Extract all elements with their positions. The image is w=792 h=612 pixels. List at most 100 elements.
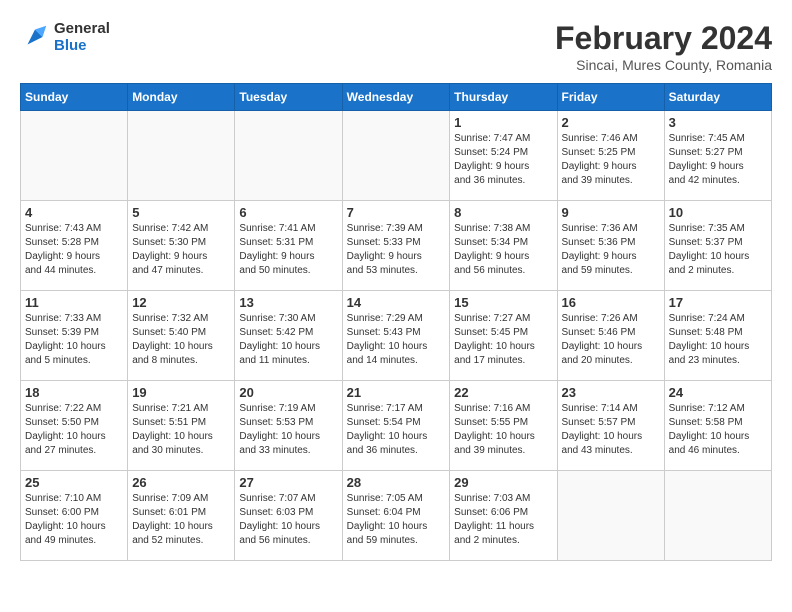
day-number: 7 xyxy=(347,205,446,220)
weekday-header-friday: Friday xyxy=(557,84,664,111)
day-info: Sunrise: 7:27 AM Sunset: 5:45 PM Dayligh… xyxy=(454,312,552,368)
calendar-day-cell: 20Sunrise: 7:19 AM Sunset: 5:53 PM Dayli… xyxy=(235,381,342,471)
calendar-day-cell xyxy=(342,111,450,201)
calendar-day-cell: 9Sunrise: 7:36 AM Sunset: 5:36 PM Daylig… xyxy=(557,201,664,291)
day-number: 11 xyxy=(25,295,123,310)
calendar-day-cell: 21 Sunrise: 7:17 AM Sunset: 5:54 PM Dayli… xyxy=(342,381,450,471)
day-number: 18 xyxy=(25,385,123,400)
weekday-header-thursday: Thursday xyxy=(450,84,557,111)
calendar-day-cell: 5Sunrise: 7:42 AM Sunset: 5:30 PM Daylig… xyxy=(128,201,235,291)
day-number: 4 xyxy=(25,205,123,220)
day-number: 17 xyxy=(669,295,767,310)
day-number: 24 xyxy=(669,385,767,400)
calendar-day-cell: 28Sunrise: 7:05 AM Sunset: 6:04 PM Dayli… xyxy=(342,471,450,561)
weekday-header-wednesday: Wednesday xyxy=(342,84,450,111)
calendar-day-cell: 10 Sunrise: 7:35 AM Sunset: 5:37 PM Dayli… xyxy=(664,201,771,291)
day-number: 21 xyxy=(347,385,446,400)
calendar-day-cell: 13 Sunrise: 7:30 AM Sunset: 5:42 PM Dayli… xyxy=(235,291,342,381)
day-number: 23 xyxy=(562,385,660,400)
day-number: 9 xyxy=(562,205,660,220)
calendar-day-cell: 12 Sunrise: 7:32 AM Sunset: 5:40 PM Dayli… xyxy=(128,291,235,381)
calendar-day-cell: 14 Sunrise: 7:29 AM Sunset: 5:43 PM Dayli… xyxy=(342,291,450,381)
calendar-day-cell: 2 Sunrise: 7:46 AM Sunset: 5:25 PM Daylig… xyxy=(557,111,664,201)
calendar-day-cell: 4 Sunrise: 7:43 AM Sunset: 5:28 PM Daylig… xyxy=(21,201,128,291)
calendar-week-row: 18 Sunrise: 7:22 AM Sunset: 5:50 PM Dayli… xyxy=(21,381,772,471)
day-number: 14 xyxy=(347,295,446,310)
day-info: Sunrise: 7:32 AM Sunset: 5:40 PM Dayligh… xyxy=(132,312,230,368)
day-info: Sunrise: 7:33 AM Sunset: 5:39 PM Dayligh… xyxy=(25,312,123,368)
day-info: Sunrise: 7:41 AM Sunset: 5:31 PM Dayligh… xyxy=(239,222,337,278)
calendar-day-cell: 25Sunrise: 7:10 AM Sunset: 6:00 PM Dayli… xyxy=(21,471,128,561)
page-header: General Blue February 2024 Sincai, Mures… xyxy=(20,20,772,73)
weekday-header-tuesday: Tuesday xyxy=(235,84,342,111)
day-info: Sunrise: 7:45 AM Sunset: 5:27 PM Dayligh… xyxy=(669,132,767,188)
calendar-day-cell: 17 Sunrise: 7:24 AM Sunset: 5:48 PM Dayli… xyxy=(664,291,771,381)
day-number: 1 xyxy=(454,115,552,130)
calendar-day-cell xyxy=(128,111,235,201)
day-number: 19 xyxy=(132,385,230,400)
logo-text: General Blue xyxy=(54,20,110,54)
logo: General Blue xyxy=(20,20,110,54)
weekday-header-row: SundayMondayTuesdayWednesdayThursdayFrid… xyxy=(21,84,772,111)
calendar-day-cell: 11 Sunrise: 7:33 AM Sunset: 5:39 PM Dayli… xyxy=(21,291,128,381)
calendar-day-cell: 24 Sunrise: 7:12 AM Sunset: 5:58 PM Dayli… xyxy=(664,381,771,471)
day-info: Sunrise: 7:17 AM Sunset: 5:54 PM Dayligh… xyxy=(347,402,446,458)
day-info: Sunrise: 7:22 AM Sunset: 5:50 PM Dayligh… xyxy=(25,402,123,458)
day-number: 6 xyxy=(239,205,337,220)
calendar-day-cell: 29Sunrise: 7:03 AM Sunset: 6:06 PM Dayli… xyxy=(450,471,557,561)
day-number: 8 xyxy=(454,205,552,220)
calendar-day-cell xyxy=(557,471,664,561)
weekday-header-sunday: Sunday xyxy=(21,84,128,111)
calendar-day-cell: 6 Sunrise: 7:41 AM Sunset: 5:31 PM Daylig… xyxy=(235,201,342,291)
day-info: Sunrise: 7:16 AM Sunset: 5:55 PM Dayligh… xyxy=(454,402,552,458)
day-info: Sunrise: 7:03 AM Sunset: 6:06 PM Dayligh… xyxy=(454,492,552,548)
day-number: 3 xyxy=(669,115,767,130)
day-info: Sunrise: 7:19 AM Sunset: 5:53 PM Dayligh… xyxy=(239,402,337,458)
calendar-day-cell: 26Sunrise: 7:09 AM Sunset: 6:01 PM Dayli… xyxy=(128,471,235,561)
calendar-day-cell: 3 Sunrise: 7:45 AM Sunset: 5:27 PM Daylig… xyxy=(664,111,771,201)
calendar-day-cell: 19 Sunrise: 7:21 AM Sunset: 5:51 PM Dayli… xyxy=(128,381,235,471)
day-number: 25 xyxy=(25,475,123,490)
logo-bird-icon xyxy=(20,22,50,52)
day-info: Sunrise: 7:42 AM Sunset: 5:30 PM Dayligh… xyxy=(132,222,230,278)
weekday-header-monday: Monday xyxy=(128,84,235,111)
day-number: 26 xyxy=(132,475,230,490)
day-info: Sunrise: 7:47 AM Sunset: 5:24 PM Dayligh… xyxy=(454,132,552,188)
calendar-day-cell xyxy=(21,111,128,201)
day-info: Sunrise: 7:26 AM Sunset: 5:46 PM Dayligh… xyxy=(562,312,660,368)
day-number: 16 xyxy=(562,295,660,310)
day-info: Sunrise: 7:39 AM Sunset: 5:33 PM Dayligh… xyxy=(347,222,446,278)
calendar-day-cell: 1 Sunrise: 7:47 AM Sunset: 5:24 PM Daylig… xyxy=(450,111,557,201)
day-info: Sunrise: 7:35 AM Sunset: 5:37 PM Dayligh… xyxy=(669,222,767,278)
day-info: Sunrise: 7:07 AM Sunset: 6:03 PM Dayligh… xyxy=(239,492,337,548)
day-number: 22 xyxy=(454,385,552,400)
day-info: Sunrise: 7:43 AM Sunset: 5:28 PM Dayligh… xyxy=(25,222,123,278)
weekday-header-saturday: Saturday xyxy=(664,84,771,111)
day-info: Sunrise: 7:46 AM Sunset: 5:25 PM Dayligh… xyxy=(562,132,660,188)
calendar-day-cell xyxy=(664,471,771,561)
day-number: 10 xyxy=(669,205,767,220)
day-number: 27 xyxy=(239,475,337,490)
day-info: Sunrise: 7:38 AM Sunset: 5:34 PM Dayligh… xyxy=(454,222,552,278)
day-info: Sunrise: 7:12 AM Sunset: 5:58 PM Dayligh… xyxy=(669,402,767,458)
title-area: February 2024 Sincai, Mures County, Roma… xyxy=(555,20,772,73)
calendar-day-cell: 16 Sunrise: 7:26 AM Sunset: 5:46 PM Dayli… xyxy=(557,291,664,381)
day-number: 12 xyxy=(132,295,230,310)
day-info: Sunrise: 7:05 AM Sunset: 6:04 PM Dayligh… xyxy=(347,492,446,548)
calendar-day-cell: 7 Sunrise: 7:39 AM Sunset: 5:33 PM Daylig… xyxy=(342,201,450,291)
calendar-day-cell: 23Sunrise: 7:14 AM Sunset: 5:57 PM Dayli… xyxy=(557,381,664,471)
day-info: Sunrise: 7:30 AM Sunset: 5:42 PM Dayligh… xyxy=(239,312,337,368)
day-number: 13 xyxy=(239,295,337,310)
day-info: Sunrise: 7:21 AM Sunset: 5:51 PM Dayligh… xyxy=(132,402,230,458)
calendar-day-cell: 27 Sunrise: 7:07 AM Sunset: 6:03 PM Dayli… xyxy=(235,471,342,561)
day-info: Sunrise: 7:29 AM Sunset: 5:43 PM Dayligh… xyxy=(347,312,446,368)
day-number: 15 xyxy=(454,295,552,310)
calendar-day-cell xyxy=(235,111,342,201)
day-number: 2 xyxy=(562,115,660,130)
calendar-week-row: 11 Sunrise: 7:33 AM Sunset: 5:39 PM Dayli… xyxy=(21,291,772,381)
day-info: Sunrise: 7:24 AM Sunset: 5:48 PM Dayligh… xyxy=(669,312,767,368)
calendar-day-cell: 18 Sunrise: 7:22 AM Sunset: 5:50 PM Dayli… xyxy=(21,381,128,471)
calendar-week-row: 1 Sunrise: 7:47 AM Sunset: 5:24 PM Daylig… xyxy=(21,111,772,201)
calendar-table: SundayMondayTuesdayWednesdayThursdayFrid… xyxy=(20,83,772,561)
calendar-week-row: 25Sunrise: 7:10 AM Sunset: 6:00 PM Dayli… xyxy=(21,471,772,561)
